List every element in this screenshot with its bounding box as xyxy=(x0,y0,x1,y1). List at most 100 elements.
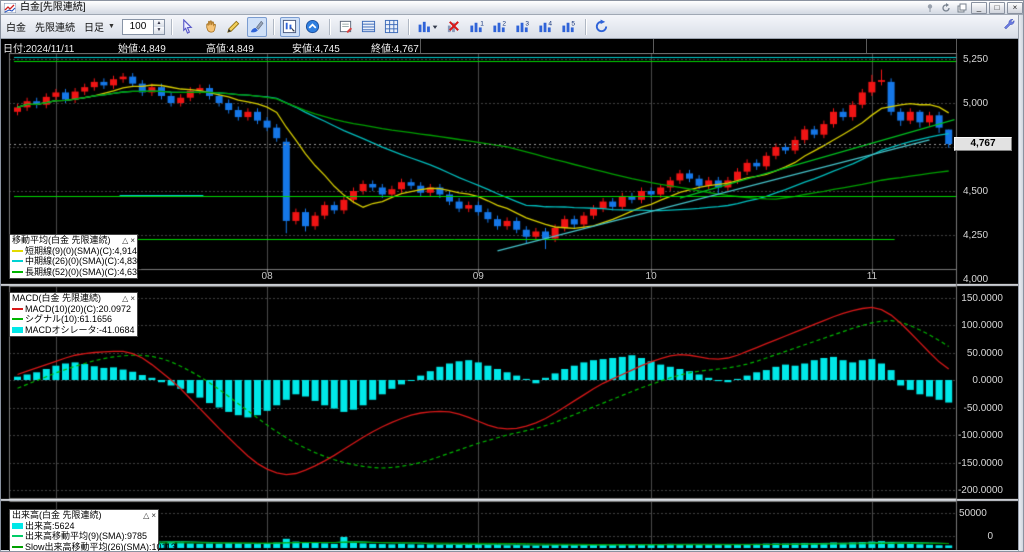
legend-row-label: 短期線(9)(0)(SMA)(C):4,914 xyxy=(25,245,138,256)
pointer-tool-button[interactable] xyxy=(178,17,198,37)
chart-2-button[interactable]: 2 xyxy=(490,17,510,37)
legend-row-label: シグナル(10):61.1656 xyxy=(25,314,113,324)
toolbar-separator xyxy=(170,18,172,35)
legend-color-mark xyxy=(12,326,23,333)
bar-count-spinner[interactable]: 100 ▲ ▼ xyxy=(121,18,165,35)
toolbar-separator xyxy=(328,18,330,35)
chart-canvas[interactable] xyxy=(1,53,1018,551)
price-axis-label: 4,000 xyxy=(963,274,989,285)
legend-color-mark xyxy=(12,318,23,321)
date-axis-label: 09 xyxy=(472,271,484,282)
close-button[interactable]: × xyxy=(1007,2,1023,14)
price-axis-label: 5,250 xyxy=(963,54,989,65)
legend-color-mark xyxy=(12,270,23,273)
chart-5-button[interactable]: 5 xyxy=(559,17,579,37)
title-bar: 白金[先限連続] _ □ × xyxy=(1,1,1023,15)
legend-color-mark xyxy=(12,260,23,263)
svg-text:3: 3 xyxy=(526,21,530,28)
close-legend-button[interactable]: × xyxy=(151,511,156,520)
price-axis-label: 4,500 xyxy=(963,186,989,197)
svg-text:2: 2 xyxy=(503,21,507,28)
legend-row: シグナル(10):61.1656 xyxy=(12,314,135,325)
macd-axis-label: -200.0000 xyxy=(957,485,1003,496)
pan-hand-tool-button[interactable] xyxy=(201,17,221,37)
spin-up-icon[interactable]: ▲ xyxy=(153,19,164,27)
legend-color-mark xyxy=(12,535,23,538)
close-legend-button[interactable]: × xyxy=(130,236,135,245)
legend-color-mark xyxy=(12,249,23,252)
macd-axis-label: -150.0000 xyxy=(957,457,1003,469)
volume-legend-title: 出来高(白金 先限連続) xyxy=(12,510,102,520)
chart-area: 5,250 5,000 4,500 4,250 4,000 150.0000 100.000… xyxy=(1,53,1018,551)
scroll-latest-button[interactable] xyxy=(303,17,323,37)
close-legend-button[interactable]: × xyxy=(130,294,135,303)
refresh-icon[interactable] xyxy=(939,2,953,13)
toolbar-separator xyxy=(584,18,586,35)
pencil-tool-button[interactable] xyxy=(224,17,244,37)
chart-type-button[interactable] xyxy=(415,17,441,37)
remove-indicator-button[interactable] xyxy=(444,17,464,37)
price-axis-label: 4,250 xyxy=(963,230,989,241)
date-axis-label: 11 xyxy=(866,271,878,282)
bar-count-input[interactable]: 100 xyxy=(123,21,153,32)
legend-row-label: 出来高移動平均(9)(SMA):9785 xyxy=(25,531,148,541)
info-bar-divider xyxy=(420,39,421,53)
volume-axis-label: 50000 xyxy=(959,508,987,519)
date-axis-label: 10 xyxy=(645,271,657,282)
popout-icon[interactable] xyxy=(955,2,969,13)
reload-button[interactable] xyxy=(592,17,612,37)
volume-axis-label: 0 xyxy=(987,531,993,542)
macd-legend: MACD(白金 先限連続) △ × MACD(10)(20)(C):20.0972 シ… xyxy=(9,292,138,337)
window-title: 白金[先限連続] xyxy=(20,1,86,13)
spin-down-icon[interactable]: ▼ xyxy=(153,26,164,34)
info-bar-divider xyxy=(866,39,867,53)
svg-text:4: 4 xyxy=(549,21,553,28)
grid-view-button[interactable] xyxy=(382,17,402,37)
minimize-button[interactable]: _ xyxy=(971,2,987,14)
chart-1-button[interactable]: 1 xyxy=(467,17,487,37)
macd-axis-label: 0.0000 xyxy=(972,375,1003,386)
contract-label[interactable]: 先限連続 xyxy=(35,19,75,34)
chart-3-button[interactable]: 3 xyxy=(513,17,533,37)
brush-tool-button[interactable] xyxy=(246,16,267,37)
macd-legend-title: MACD(白金 先限連続) xyxy=(12,293,101,303)
info-bar-divider xyxy=(653,39,654,53)
legend-row: 出来高:5624 xyxy=(12,521,156,532)
last-price-box: 4,767 xyxy=(954,137,1012,151)
memo-button[interactable] xyxy=(336,17,356,37)
legend-row-label: 出来高:5624 xyxy=(25,520,75,531)
legend-row: 長期線(52)(0)(SMA)(C):4,635 xyxy=(12,267,142,278)
ma-legend: 移動平均(白金 先限連続) △ × 短期線(9)(0)(SMA)(C):4,914 中… xyxy=(9,234,142,279)
legend-color-mark xyxy=(12,307,23,310)
legend-color-mark xyxy=(12,545,23,548)
instrument-label[interactable]: 白金 xyxy=(6,19,26,34)
spinner-arrows[interactable]: ▲ ▼ xyxy=(152,19,164,34)
price-axis-label: 5,000 xyxy=(963,98,989,109)
toolbar-separator xyxy=(272,18,274,35)
maximize-button[interactable]: □ xyxy=(989,2,1005,14)
legend-row: MACD(10)(20)(C):20.0972 xyxy=(12,304,135,315)
legend-row-label: MACDオシレータ:-41.0684 xyxy=(25,324,135,335)
legend-row: MACDオシレータ:-41.0684 xyxy=(12,325,135,336)
settings-wrench-icon[interactable] xyxy=(1002,17,1015,35)
collapse-button[interactable]: △ xyxy=(122,294,128,303)
legend-row: 中期線(26)(0)(SMA)(C):4,836 xyxy=(12,256,142,267)
collapse-button[interactable]: △ xyxy=(122,236,128,245)
toolbar-separator xyxy=(407,18,409,35)
svg-text:5: 5 xyxy=(572,21,576,28)
macd-axis-label: -100.0000 xyxy=(957,430,1003,441)
list-view-button[interactable] xyxy=(359,17,379,37)
svg-text:1: 1 xyxy=(481,21,485,28)
macd-axis-label: 50.0000 xyxy=(966,347,1003,359)
date-axis-label: 08 xyxy=(261,271,273,282)
collapse-button[interactable]: △ xyxy=(143,511,149,520)
crosshair-chart-button[interactable] xyxy=(279,16,300,37)
interval-caret-icon[interactable]: ▼ xyxy=(108,23,115,30)
chart-window: 白金[先限連続] _ □ × 白金 先限連続 日足 ▼ 100 ▲ ▼ 1 2 … xyxy=(0,0,1024,552)
legend-row: Slow出来高移動平均(26)(SMA):10113 xyxy=(12,542,176,551)
legend-row-label: Slow出来高移動平均(26)(SMA):10113 xyxy=(25,541,176,552)
pin-icon[interactable] xyxy=(923,2,937,13)
ma-legend-title: 移動平均(白金 先限連続) xyxy=(12,235,111,245)
interval-select[interactable]: 日足 xyxy=(84,19,104,34)
chart-4-button[interactable]: 4 xyxy=(536,17,556,37)
